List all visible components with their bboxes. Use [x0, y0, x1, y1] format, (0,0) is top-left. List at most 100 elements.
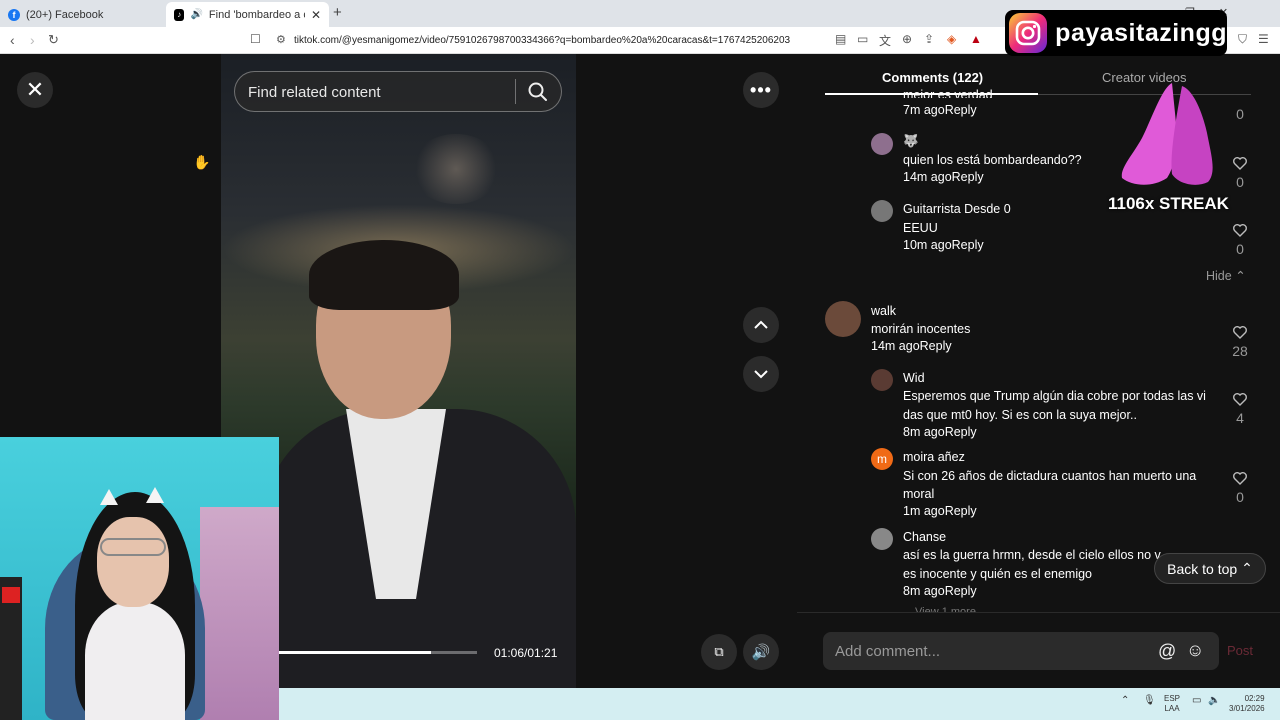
avatar[interactable] [871, 369, 893, 391]
post-button[interactable]: Post [1227, 643, 1253, 658]
like-count: 4 [1236, 410, 1244, 426]
avatar[interactable] [871, 133, 893, 155]
instagram-badge: payasitazingg [1005, 10, 1227, 56]
comment-text: Si con 26 años de dictadura cuantos han … [903, 469, 1197, 483]
comment-author[interactable]: walk [871, 302, 896, 320]
heart-icon[interactable] [1232, 324, 1248, 340]
back-icon[interactable]: ‹ [10, 32, 15, 48]
facebook-icon: f [8, 8, 20, 21]
comment-text: morirán inocentes [871, 322, 971, 336]
like-count: 0 [1236, 489, 1244, 505]
mention-icon[interactable]: @ [1158, 641, 1176, 662]
forward-icon[interactable]: › [30, 32, 35, 48]
heart-icon[interactable] [1232, 155, 1248, 171]
tray-chevron-icon[interactable]: ⌃ [1121, 695, 1129, 706]
cast-icon[interactable]: ▭ [857, 32, 868, 46]
comment-meta: 1m agoReply [903, 502, 977, 520]
like-count: 0 [1236, 106, 1244, 122]
comment-text: así es la guerra hrmn, desde el cielo el… [903, 548, 1161, 562]
avatar[interactable] [871, 200, 893, 222]
comment-text: es inocente y quién es el enemigo [903, 567, 1093, 581]
brave-shield-icon[interactable]: ◈ [947, 32, 956, 46]
comment-author[interactable]: 🐺 [903, 132, 919, 150]
heart-icon[interactable] [1232, 470, 1248, 486]
video-presenter-hair [309, 240, 459, 310]
volume-button[interactable]: 🔊 [743, 634, 779, 670]
back-to-top-button[interactable]: Back to top ⌃ [1154, 553, 1266, 584]
reply-button[interactable]: Reply [952, 170, 984, 184]
comment-author[interactable]: Guitarrista Desde 0 [903, 200, 1011, 218]
taskbar [279, 688, 1280, 720]
translate-icon[interactable]: 文 [879, 32, 891, 49]
chevron-down-icon [754, 370, 768, 379]
vpn-icon[interactable]: ⛉ [1238, 32, 1247, 47]
network-icon[interactable]: ▭ [1192, 695, 1201, 706]
reload-icon[interactable]: ↻ [48, 32, 59, 48]
search-icon[interactable] [526, 80, 550, 104]
avatar[interactable]: m [871, 448, 893, 470]
reply-button[interactable]: Reply [945, 103, 977, 117]
comment-time: 8m ago [903, 425, 945, 439]
comment-text: Esperemos que Trump algún dia cobre por … [903, 389, 1206, 403]
comment-text: moral [903, 487, 935, 501]
reader-icon[interactable]: ▤ [835, 32, 846, 46]
comment-meta: 14m agoReply [871, 337, 952, 355]
reply-button[interactable]: Reply [945, 425, 977, 439]
tab-label: Find 'bombardeo a caracas' o [208, 8, 305, 21]
emoji-icon[interactable]: ☺ [1186, 640, 1204, 661]
menu-icon[interactable]: ☰ [1258, 32, 1269, 46]
heart-icon[interactable] [1232, 391, 1248, 407]
url-text[interactable]: tiktok.com/@yesmanigomez/video/759102679… [294, 35, 790, 46]
next-video-button[interactable] [743, 356, 779, 392]
comment-author[interactable]: Chanse [903, 528, 946, 546]
volume-tray-icon[interactable]: 🔈 [1208, 695, 1220, 706]
volume-icon: 🔊 [751, 644, 771, 661]
reply-button[interactable]: Reply [945, 504, 977, 518]
webcam-overlay [0, 437, 279, 720]
close-button[interactable]: ✕ [17, 72, 53, 108]
chevron-up-icon: ⌃ [1235, 269, 1246, 283]
search-input[interactable]: Find related content [248, 84, 381, 101]
video-smoke [411, 134, 501, 204]
comment-placeholder[interactable]: Add comment... [835, 643, 940, 660]
system-clock[interactable]: 02:29 3/01/2026 [1229, 694, 1265, 714]
avatar[interactable] [825, 301, 861, 337]
close-icon: ✕ [25, 77, 45, 102]
comment-author[interactable]: Wid [903, 369, 925, 387]
comment-meta: 10m agoReply [903, 236, 984, 254]
zoom-icon[interactable]: ⊕ [902, 32, 912, 46]
mouse-cursor-icon: ✋ [193, 154, 211, 170]
instagram-handle: payasitazingg [1055, 18, 1227, 47]
like-count: 28 [1232, 343, 1248, 359]
comment-text: mejor es verdad [903, 88, 993, 98]
reply-button[interactable]: Reply [952, 238, 984, 252]
language-indicator[interactable]: ESP LAA [1164, 694, 1180, 714]
cat-ear-icon [146, 487, 164, 503]
close-tab-icon[interactable]: ✕ [311, 8, 321, 22]
tab-comments[interactable]: Comments (122) [882, 70, 983, 85]
share-icon[interactable]: ⇪ [924, 32, 934, 46]
reply-button[interactable]: Reply [945, 584, 977, 598]
reply-button[interactable]: Reply [920, 339, 952, 353]
new-tab-button[interactable]: + [333, 4, 342, 21]
double-chevron-up-icon: ⌃ [1241, 560, 1253, 576]
webcam-streamer-top [85, 602, 185, 720]
comment-time: 7m ago [903, 103, 945, 117]
comment-time: 1m ago [903, 504, 945, 518]
comment-text: quien los está bombardeando?? [903, 153, 1082, 167]
bookmark-icon[interactable]: ☐ [250, 32, 261, 46]
tab-facebook[interactable]: f (20+) Facebook [0, 2, 165, 27]
cat-ear-icon [100, 489, 118, 505]
picture-in-picture-button[interactable]: ⧉ [701, 634, 737, 670]
comment-time: 8m ago [903, 584, 945, 598]
heart-icon[interactable] [1232, 222, 1248, 238]
avatar[interactable] [871, 528, 893, 550]
mic-tray-icon[interactable]: 🎙 [1143, 695, 1156, 706]
hide-replies-button[interactable]: Hide ⌃ [1206, 268, 1246, 283]
comment-author[interactable]: moira añez [903, 448, 965, 466]
tab-tiktok[interactable]: ♪ 🔊 Find 'bombardeo a caracas' o ✕ [166, 2, 329, 27]
previous-video-button[interactable] [743, 307, 779, 343]
rewards-icon[interactable]: ▲ [970, 32, 982, 46]
more-options-button[interactable]: ••• [743, 72, 779, 108]
site-settings-icon[interactable]: ⚙ [276, 33, 286, 46]
